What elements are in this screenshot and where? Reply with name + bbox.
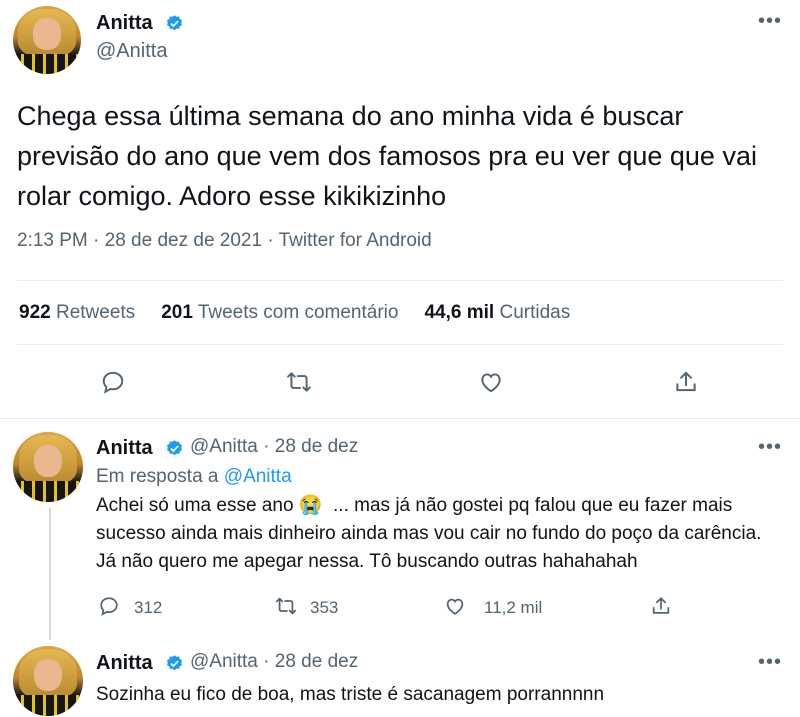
reply-context: Em resposta a @Anitta <box>96 466 292 487</box>
like-count: 11,2 mil <box>484 598 543 617</box>
share-icon[interactable] <box>650 594 672 618</box>
more-options-icon[interactable]: ••• <box>758 436 782 459</box>
reply-target-link[interactable]: @Anitta <box>224 466 292 487</box>
reply-text: Sozinha eu fico de boa, mas triste é sac… <box>96 684 605 705</box>
quotes-stat[interactable]: 201 Tweets com comentário <box>161 302 398 324</box>
crying-emoji-icon: 😭 <box>298 495 323 516</box>
retweet-icon[interactable] <box>285 369 313 395</box>
verified-badge-icon <box>166 440 183 456</box>
retweet-icon[interactable] <box>274 595 298 617</box>
divider <box>0 418 800 419</box>
like-icon[interactable] <box>444 595 466 617</box>
share-icon[interactable] <box>673 368 699 396</box>
divider <box>17 344 783 345</box>
avatar[interactable] <box>13 432 83 502</box>
more-options-icon[interactable]: ••• <box>758 10 782 33</box>
reply-author-handle[interactable]: @Anitta · 28 de dez <box>190 651 358 673</box>
tweet-meta[interactable]: 2:13 PM · 28 de dez de 2021 · Twitter fo… <box>17 230 432 252</box>
author-name[interactable]: Anitta <box>96 12 153 35</box>
divider <box>17 280 783 281</box>
tweet-stats: 922 Retweets 201 Tweets com comentário 4… <box>19 302 570 324</box>
likes-stat[interactable]: 44,6 mil Curtidas <box>424 302 570 324</box>
reply-icon[interactable] <box>100 369 126 395</box>
thread-line <box>49 508 51 640</box>
reply-count: 312 <box>134 598 163 617</box>
avatar[interactable] <box>13 646 83 716</box>
reply-author-handle[interactable]: @Anitta · 28 de dez <box>190 436 358 458</box>
verified-badge-icon <box>166 655 183 671</box>
retweets-stat[interactable]: 922 Retweets <box>19 302 135 324</box>
like-icon[interactable] <box>478 369 504 395</box>
retweet-count: 353 <box>310 598 339 617</box>
reply-text: Achei só uma esse ano 😭 ... mas já não g… <box>96 495 762 572</box>
reply-icon[interactable] <box>98 595 120 617</box>
more-options-icon[interactable]: ••• <box>758 651 782 674</box>
author-handle[interactable]: @Anitta <box>96 40 167 63</box>
reply-author-name[interactable]: Anitta <box>96 652 153 675</box>
verified-badge-icon <box>166 15 183 31</box>
reply-author-name[interactable]: Anitta <box>96 437 153 460</box>
avatar[interactable] <box>13 6 81 74</box>
tweet-text: Chega essa última semana do ano minha vi… <box>17 101 757 211</box>
